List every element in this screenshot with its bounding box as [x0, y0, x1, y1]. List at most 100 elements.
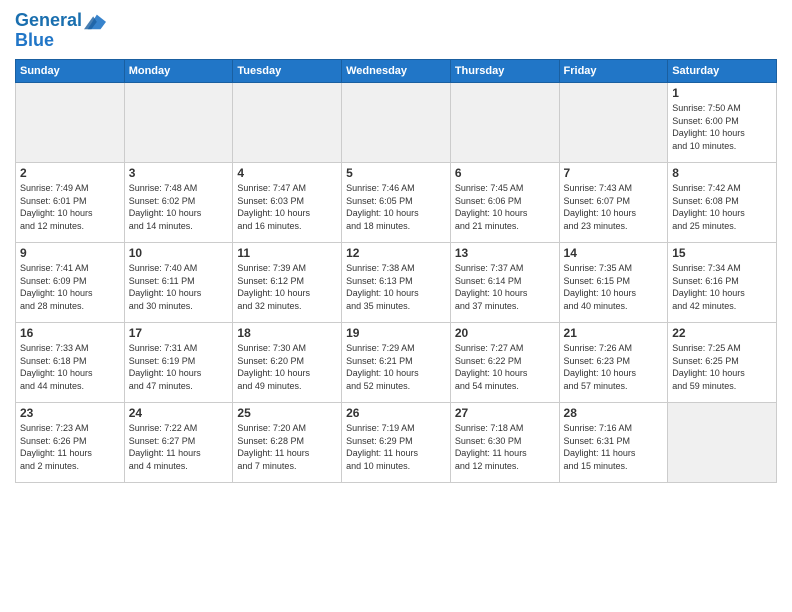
day-number: 9 [20, 246, 120, 260]
day-number: 8 [672, 166, 772, 180]
day-cell: 1 Sunrise: 7:50 AM Sunset: 6:00 PM Daylig… [668, 83, 777, 163]
day-info: Sunrise: 7:41 AM Sunset: 6:09 PM Dayligh… [20, 262, 120, 312]
day-number: 5 [346, 166, 446, 180]
day-number: 3 [129, 166, 229, 180]
day-info: Sunrise: 7:16 AM Sunset: 6:31 PM Dayligh… [564, 422, 664, 472]
day-number: 6 [455, 166, 555, 180]
calendar-table: SundayMondayTuesdayWednesdayThursdayFrid… [15, 59, 777, 483]
day-number: 16 [20, 326, 120, 340]
day-number: 7 [564, 166, 664, 180]
weekday-header-thursday: Thursday [450, 60, 559, 83]
day-cell: 2 Sunrise: 7:49 AM Sunset: 6:01 PM Daylig… [16, 163, 125, 243]
day-cell [342, 83, 451, 163]
day-cell: 27 Sunrise: 7:18 AM Sunset: 6:30 PM Dayli… [450, 403, 559, 483]
day-cell [124, 83, 233, 163]
weekday-header-friday: Friday [559, 60, 668, 83]
calendar-header-row: SundayMondayTuesdayWednesdayThursdayFrid… [16, 60, 777, 83]
day-cell: 8 Sunrise: 7:42 AM Sunset: 6:08 PM Daylig… [668, 163, 777, 243]
day-cell: 18 Sunrise: 7:30 AM Sunset: 6:20 PM Dayli… [233, 323, 342, 403]
day-number: 4 [237, 166, 337, 180]
weekday-header-wednesday: Wednesday [342, 60, 451, 83]
day-number: 24 [129, 406, 229, 420]
day-number: 19 [346, 326, 446, 340]
week-row-3: 16 Sunrise: 7:33 AM Sunset: 6:18 PM Dayli… [16, 323, 777, 403]
day-info: Sunrise: 7:33 AM Sunset: 6:18 PM Dayligh… [20, 342, 120, 392]
day-cell [668, 403, 777, 483]
day-cell: 28 Sunrise: 7:16 AM Sunset: 6:31 PM Dayli… [559, 403, 668, 483]
day-info: Sunrise: 7:48 AM Sunset: 6:02 PM Dayligh… [129, 182, 229, 232]
day-info: Sunrise: 7:50 AM Sunset: 6:00 PM Dayligh… [672, 102, 772, 152]
day-cell: 16 Sunrise: 7:33 AM Sunset: 6:18 PM Dayli… [16, 323, 125, 403]
day-number: 27 [455, 406, 555, 420]
day-info: Sunrise: 7:19 AM Sunset: 6:29 PM Dayligh… [346, 422, 446, 472]
day-cell: 3 Sunrise: 7:48 AM Sunset: 6:02 PM Daylig… [124, 163, 233, 243]
calendar-header: General Blue [15, 10, 777, 51]
day-info: Sunrise: 7:37 AM Sunset: 6:14 PM Dayligh… [455, 262, 555, 312]
day-number: 14 [564, 246, 664, 260]
day-cell: 20 Sunrise: 7:27 AM Sunset: 6:22 PM Dayli… [450, 323, 559, 403]
day-number: 10 [129, 246, 229, 260]
day-cell: 7 Sunrise: 7:43 AM Sunset: 6:07 PM Daylig… [559, 163, 668, 243]
logo-blue: Blue [15, 30, 106, 51]
week-row-1: 2 Sunrise: 7:49 AM Sunset: 6:01 PM Daylig… [16, 163, 777, 243]
day-info: Sunrise: 7:27 AM Sunset: 6:22 PM Dayligh… [455, 342, 555, 392]
weekday-header-tuesday: Tuesday [233, 60, 342, 83]
day-info: Sunrise: 7:30 AM Sunset: 6:20 PM Dayligh… [237, 342, 337, 392]
day-info: Sunrise: 7:46 AM Sunset: 6:05 PM Dayligh… [346, 182, 446, 232]
day-info: Sunrise: 7:20 AM Sunset: 6:28 PM Dayligh… [237, 422, 337, 472]
day-number: 12 [346, 246, 446, 260]
day-cell: 11Sunrise: 7:39 AM Sunset: 6:12 PM Dayli… [233, 243, 342, 323]
calendar-container: General Blue SundayMondayTuesdayWednesda… [0, 0, 792, 488]
day-info: Sunrise: 7:25 AM Sunset: 6:25 PM Dayligh… [672, 342, 772, 392]
day-info: Sunrise: 7:47 AM Sunset: 6:03 PM Dayligh… [237, 182, 337, 232]
day-cell [233, 83, 342, 163]
day-cell: 10 Sunrise: 7:40 AM Sunset: 6:11 PM Dayli… [124, 243, 233, 323]
day-number: 11 [237, 246, 337, 260]
day-number: 1 [672, 86, 772, 100]
day-cell: 23 Sunrise: 7:23 AM Sunset: 6:26 PM Dayli… [16, 403, 125, 483]
day-cell: 19 Sunrise: 7:29 AM Sunset: 6:21 PM Dayli… [342, 323, 451, 403]
day-number: 17 [129, 326, 229, 340]
logo-icon [84, 10, 106, 32]
day-cell [450, 83, 559, 163]
day-cell: 6Sunrise: 7:45 AM Sunset: 6:06 PM Daylig… [450, 163, 559, 243]
logo-text: General [15, 11, 82, 31]
day-info: Sunrise: 7:31 AM Sunset: 6:19 PM Dayligh… [129, 342, 229, 392]
day-info: Sunrise: 7:34 AM Sunset: 6:16 PM Dayligh… [672, 262, 772, 312]
day-cell: 15Sunrise: 7:34 AM Sunset: 6:16 PM Dayli… [668, 243, 777, 323]
day-cell: 25 Sunrise: 7:20 AM Sunset: 6:28 PM Dayli… [233, 403, 342, 483]
logo: General Blue [15, 10, 106, 51]
day-number: 25 [237, 406, 337, 420]
day-number: 23 [20, 406, 120, 420]
day-info: Sunrise: 7:42 AM Sunset: 6:08 PM Dayligh… [672, 182, 772, 232]
weekday-header-sunday: Sunday [16, 60, 125, 83]
day-cell: 22Sunrise: 7:25 AM Sunset: 6:25 PM Dayli… [668, 323, 777, 403]
day-cell [559, 83, 668, 163]
day-cell: 5 Sunrise: 7:46 AM Sunset: 6:05 PM Daylig… [342, 163, 451, 243]
day-info: Sunrise: 7:18 AM Sunset: 6:30 PM Dayligh… [455, 422, 555, 472]
day-info: Sunrise: 7:29 AM Sunset: 6:21 PM Dayligh… [346, 342, 446, 392]
day-cell: 12 Sunrise: 7:38 AM Sunset: 6:13 PM Dayli… [342, 243, 451, 323]
calendar-body: 1 Sunrise: 7:50 AM Sunset: 6:00 PM Daylig… [16, 83, 777, 483]
day-cell: 13Sunrise: 7:37 AM Sunset: 6:14 PM Dayli… [450, 243, 559, 323]
day-info: Sunrise: 7:26 AM Sunset: 6:23 PM Dayligh… [564, 342, 664, 392]
day-cell: 9 Sunrise: 7:41 AM Sunset: 6:09 PM Daylig… [16, 243, 125, 323]
day-cell: 24 Sunrise: 7:22 AM Sunset: 6:27 PM Dayli… [124, 403, 233, 483]
weekday-header-monday: Monday [124, 60, 233, 83]
day-info: Sunrise: 7:38 AM Sunset: 6:13 PM Dayligh… [346, 262, 446, 312]
day-info: Sunrise: 7:43 AM Sunset: 6:07 PM Dayligh… [564, 182, 664, 232]
day-number: 20 [455, 326, 555, 340]
day-number: 2 [20, 166, 120, 180]
day-number: 28 [564, 406, 664, 420]
day-cell: 4 Sunrise: 7:47 AM Sunset: 6:03 PM Daylig… [233, 163, 342, 243]
day-info: Sunrise: 7:22 AM Sunset: 6:27 PM Dayligh… [129, 422, 229, 472]
day-number: 18 [237, 326, 337, 340]
day-cell: 26 Sunrise: 7:19 AM Sunset: 6:29 PM Dayli… [342, 403, 451, 483]
day-info: Sunrise: 7:40 AM Sunset: 6:11 PM Dayligh… [129, 262, 229, 312]
weekday-header-saturday: Saturday [668, 60, 777, 83]
day-info: Sunrise: 7:49 AM Sunset: 6:01 PM Dayligh… [20, 182, 120, 232]
day-number: 21 [564, 326, 664, 340]
day-info: Sunrise: 7:23 AM Sunset: 6:26 PM Dayligh… [20, 422, 120, 472]
day-number: 26 [346, 406, 446, 420]
week-row-0: 1 Sunrise: 7:50 AM Sunset: 6:00 PM Daylig… [16, 83, 777, 163]
